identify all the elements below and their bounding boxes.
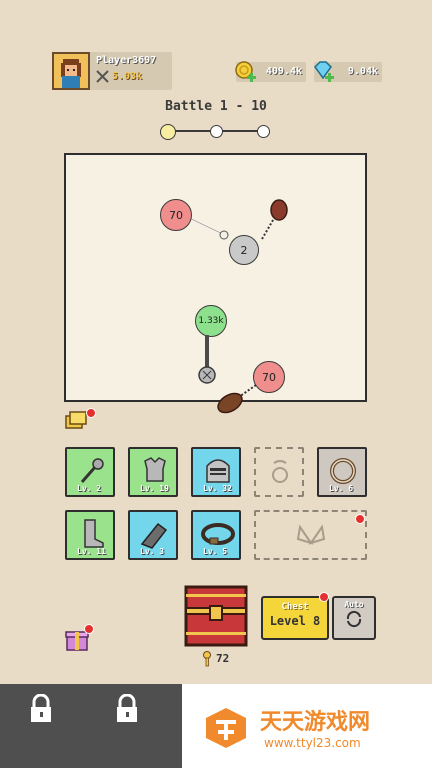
chest-button-level: Level 8	[269, 614, 321, 628]
inventory-slot-armor[interactable]: Lv. 19	[128, 447, 178, 497]
gem-icon	[314, 61, 334, 82]
notification-dot	[355, 514, 365, 524]
gauntlet-icon	[140, 522, 168, 549]
crossed-swords-icon	[96, 70, 109, 83]
watermark-title: 天天游戏网	[260, 710, 371, 735]
refresh-icon	[346, 610, 362, 628]
stage-marker-current	[160, 124, 176, 140]
key-count: 72	[216, 652, 230, 665]
mace-weapon	[198, 335, 216, 384]
item-level: Lv. 32	[203, 484, 232, 493]
player-avatar[interactable]	[52, 52, 90, 90]
ring-icon	[330, 458, 356, 484]
belt-icon	[201, 523, 235, 545]
locked-tab[interactable]	[0, 684, 96, 768]
watermark-logo-icon	[206, 708, 246, 748]
gem-currency[interactable]: 9.04k	[314, 61, 382, 82]
inventory-slot-boot[interactable]: Lv. 11	[65, 510, 115, 560]
knight-helmet-icon	[206, 459, 230, 483]
boot-icon	[84, 519, 104, 548]
wings-icon	[296, 524, 326, 545]
item-level: Lv. 19	[140, 484, 169, 493]
chest-armor-icon	[144, 457, 166, 482]
chest-button-title: Chest	[281, 602, 309, 612]
amulet-icon	[272, 460, 288, 483]
notification-dot	[86, 408, 96, 418]
meat-club-weapon	[261, 199, 288, 240]
notification-dot	[319, 592, 329, 602]
gold-amount: 409.4k	[265, 66, 302, 77]
inventory-slot-mace[interactable]: Lv. 2	[65, 447, 115, 497]
inventory-slot-belt[interactable]: Lv. 5	[191, 510, 241, 560]
lock-icon	[31, 694, 51, 722]
locked-tab[interactable]	[86, 684, 182, 768]
inventory-slot-ring[interactable]: Lv. 6	[317, 447, 367, 497]
mace-icon	[80, 458, 104, 483]
battle-title: Battle 1 - 10	[165, 99, 267, 114]
lock-icon	[117, 694, 137, 722]
battle-arena: 70 2 1.33k 70	[64, 153, 367, 414]
ball-unit: 70	[160, 199, 192, 231]
player-name: Player3697	[96, 55, 157, 66]
player-power: 5.03k	[112, 71, 143, 82]
item-level: Lv. 3	[140, 547, 165, 556]
inventory-slot-helmet[interactable]: Lv. 32	[191, 447, 241, 497]
item-level: Lv. 11	[77, 547, 106, 556]
inventory-slot-wings-empty[interactable]	[254, 510, 367, 560]
item-level: Lv. 5	[203, 547, 228, 556]
treasure-chest-icon[interactable]	[183, 584, 249, 648]
ball-unit: 1.33k	[195, 305, 227, 337]
notification-dot	[84, 624, 94, 634]
gold-coin-icon	[235, 61, 256, 82]
gold-currency[interactable]: 409.4k	[235, 61, 306, 82]
bottom-navigation: 天天游戏网 www.ttyl23.com	[0, 684, 432, 768]
open-chest-button[interactable]: Chest Level 8	[261, 592, 329, 640]
stage-marker	[257, 125, 270, 138]
inventory-slot-gauntlet[interactable]: Lv. 3	[128, 510, 178, 560]
auto-open-button[interactable]: Auto	[332, 596, 376, 640]
item-level: Lv. 6	[329, 484, 354, 493]
watermark-overlay: 天天游戏网 www.ttyl23.com	[182, 684, 432, 768]
auto-label: Auto	[344, 600, 364, 609]
wooden-club-weapon	[217, 384, 257, 414]
gem-amount: 9.04k	[347, 66, 378, 77]
stage-marker	[210, 125, 223, 138]
inventory-slot-amulet-empty[interactable]	[254, 447, 304, 497]
ball-unit: 2	[229, 235, 259, 265]
watermark-url: www.ttyl23.com	[264, 736, 361, 750]
key-icon	[203, 651, 211, 667]
player-card[interactable]: Player3697 5.03k	[52, 52, 172, 90]
item-level: Lv. 2	[77, 484, 102, 493]
